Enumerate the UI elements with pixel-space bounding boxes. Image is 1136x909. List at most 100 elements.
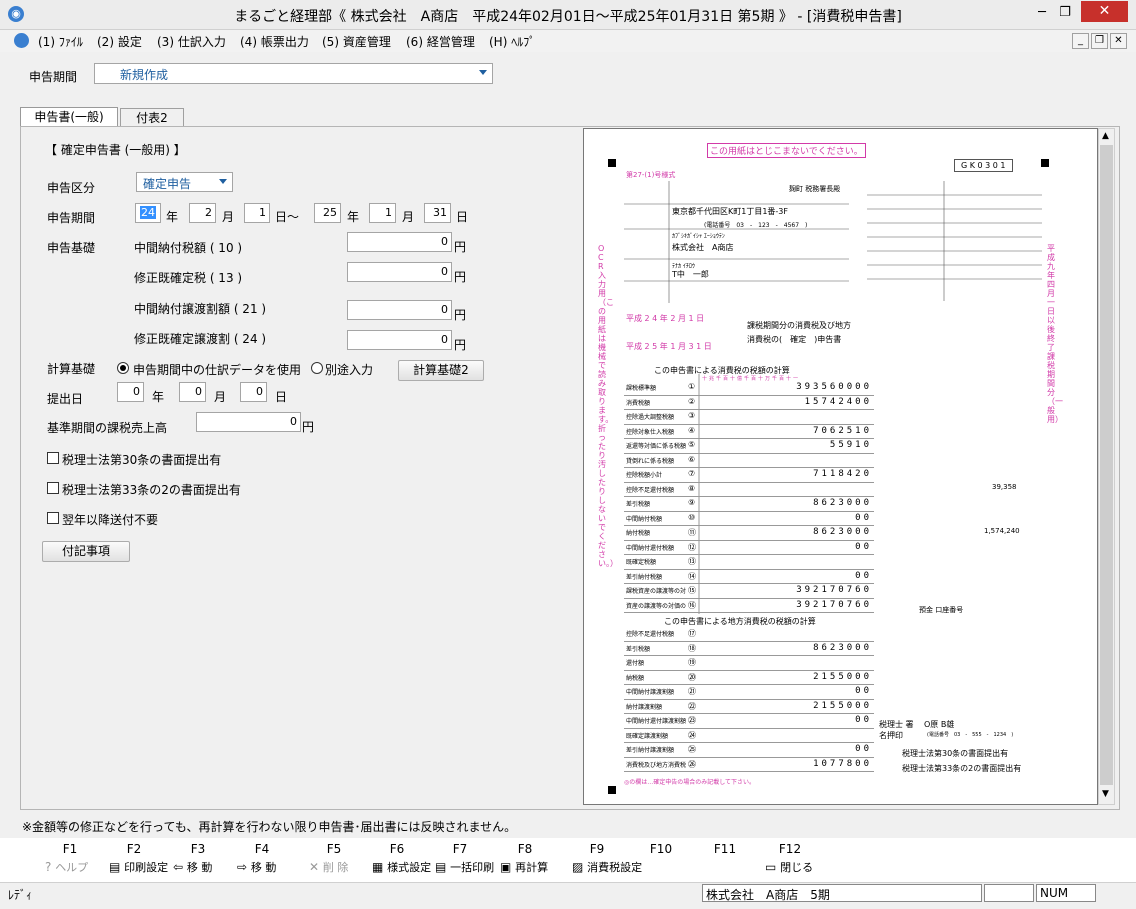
fkey-f11: F11 (713, 842, 737, 856)
form-bottom-note: ◎の欄は…確定申告の場合のみ記載して下さい。 (624, 779, 756, 786)
tax-form-preview[interactable]: 課税標準額 ① 393560000 消費税額 ② 15742400 控除過大調整税額 ③ 控除対… (583, 128, 1098, 805)
menu-settings[interactable]: (2) 設定 (97, 33, 142, 50)
menu-reports[interactable]: (4) 帳票出力 (240, 33, 309, 50)
scroll-up-icon[interactable]: ▲ (1102, 131, 1109, 141)
fkey-f8-button[interactable]: ▣ 再計算 (500, 859, 548, 875)
doc-icon[interactable] (14, 33, 29, 48)
fkey-f4: F4 (254, 842, 270, 856)
fkey-f12-button[interactable]: ▭ 閉じる (765, 859, 813, 875)
form-row: 資産の譲渡等の対価の額 ⑯ 392170760 (624, 599, 874, 613)
form-row-label: 控除過大調整税額 (626, 414, 675, 421)
period-year-to[interactable]: 25 (314, 203, 341, 223)
check-30jo[interactable] (47, 452, 59, 464)
calc-basis2-button[interactable]: 計算基礎2 (398, 360, 484, 381)
notice-text: ※金額等の修正などを行っても、再計算を行わない限り申告書･届出書には反映されませ… (22, 820, 517, 834)
chukan-nofu-input[interactable]: 0 (347, 232, 452, 252)
close-button[interactable]: ✕ (1081, 1, 1128, 22)
mdi-minimize-button[interactable]: _ (1072, 33, 1089, 49)
fkey-f12: F12 (778, 842, 802, 856)
form-local-title: この申告書による地方消費税の税額の計算 (664, 617, 816, 626)
period-select[interactable]: 新規作成 (94, 63, 493, 84)
fkey-label: ヘルプ (55, 861, 89, 874)
period-day-to[interactable]: 31 (424, 203, 451, 223)
form-row: 既確定税額 ⑬ (624, 555, 874, 570)
period-year-from[interactable]: 24 (135, 203, 161, 223)
fkey-f10: F10 (649, 842, 673, 856)
tab-fuhyo2[interactable]: 付表2 (120, 108, 184, 127)
period-day-from[interactable]: 1 (244, 203, 270, 223)
fkey-f5-button[interactable]: ✕ 削 除 (309, 859, 348, 875)
restore-button[interactable]: ❐ (1055, 5, 1075, 21)
menu-management[interactable]: (6) 経営管理 (406, 33, 475, 50)
form-row-label: 差引納付譲渡割額 (626, 747, 675, 754)
calc-label: 計算基礎 (47, 362, 96, 376)
period-month-from[interactable]: 2 (189, 203, 216, 223)
fkey-label: 移 動 (186, 861, 213, 874)
chukan-joto-input[interactable]: 0 (347, 300, 452, 320)
fkey-f9: F9 (589, 842, 605, 856)
shusei-joto-input[interactable]: 0 (347, 330, 452, 350)
kubun-label: 申告区分 (47, 181, 96, 195)
form-row-number: ⑯ (688, 600, 696, 610)
form-row-value: 8623000 (813, 527, 872, 537)
menu-file[interactable]: (1) ﾌｧｲﾙ (38, 33, 83, 50)
form-row-value: 00 (855, 541, 872, 552)
form-row: 納税額 ⑳ 2155000 (624, 671, 874, 685)
mdi-restore-button[interactable]: ❐ (1091, 33, 1108, 49)
menu-assets[interactable]: (5) 資産管理 (322, 33, 391, 50)
form-check30: 税理士法第30条の書面提出有 (902, 749, 1009, 758)
check-no-send[interactable] (47, 512, 59, 524)
form-row: 消費税及び地方消費税の合計税額㉖ 1077800 (624, 758, 874, 772)
fuki-button[interactable]: 付記事項 (42, 541, 130, 562)
tab-shinkokusho[interactable]: 申告書(一般) (20, 107, 118, 127)
form-row-number: ⑪ (688, 528, 696, 537)
form-row: 控除不足還付税額 ⑧ (624, 483, 874, 497)
teishutsu-month[interactable]: 0 (179, 382, 206, 402)
minimize-button[interactable]: ─ (1032, 5, 1052, 21)
form-furigana-name: ｶﾌﾞｼｷｶﾞｲｼｬ ｴｰｼｮｳﾃﾝ (672, 233, 725, 240)
form-row-number: ⑲ (688, 658, 696, 667)
form-row-number: ④ (688, 425, 696, 435)
form-row-value: 2155000 (813, 700, 872, 711)
form-row-value: 392170760 (796, 585, 872, 595)
form-row-value: 55910 (829, 440, 872, 450)
form-row: 差引税額 ⑨ 8623000 (624, 497, 874, 512)
period-select-value: 新規作成 (120, 68, 169, 82)
calc-radio-separate[interactable] (311, 362, 323, 374)
section-title: 【 確定申告書 (一般用) 】 (45, 143, 186, 157)
teishutsu-day[interactable]: 0 (240, 382, 267, 402)
kubun-select[interactable]: 確定申告 (136, 172, 233, 192)
form-row-number: ⑥ (688, 454, 696, 464)
shusei-kakutei-input[interactable]: 0 (347, 262, 452, 282)
scroll-thumb[interactable] (1100, 145, 1113, 785)
form-row-value: 8623000 (813, 498, 872, 508)
scroll-down-icon[interactable]: ▼ (1102, 789, 1109, 799)
form-row-number: ㉓ (688, 716, 696, 725)
form-row: 消費税額 ② 15742400 (624, 396, 874, 410)
form-row-value: 00 (855, 512, 872, 523)
form-row-number: ⑩ (688, 512, 696, 522)
vertical-scrollbar[interactable]: ▲ ▼ (1098, 128, 1115, 805)
kijun-input[interactable]: 0 (196, 412, 301, 432)
chevron-down-icon (219, 179, 227, 184)
form-row: 納付譲渡割額 ㉒ 2155000 (624, 700, 874, 714)
fkey-f2-button[interactable]: ▤ 印刷設定 (109, 859, 168, 875)
period-month-to[interactable]: 1 (369, 203, 396, 223)
fkey-f1-button[interactable]: ? ヘルプ (45, 859, 88, 875)
mdi-close-button[interactable]: ✕ (1110, 33, 1127, 49)
fkey-f9-button[interactable]: ▨ 消費税設定 (572, 859, 642, 875)
fkey-label: 削 除 (322, 861, 349, 874)
status-spacer (984, 884, 1034, 902)
fkey-f6-button[interactable]: ▦ 様式設定 (372, 859, 431, 875)
check-33jo[interactable] (47, 482, 59, 494)
form-amount-a: 39,358 (992, 483, 1017, 491)
teishutsu-year[interactable]: 0 (117, 382, 144, 402)
menu-journal[interactable]: (3) 仕訳入力 (157, 33, 226, 50)
fkey-f4-button[interactable]: ⇨ 移 動 (237, 859, 276, 875)
fkey-f3-button[interactable]: ⇦ 移 動 (173, 859, 212, 875)
menu-help[interactable]: (H) ﾍﾙﾌﾟ (489, 33, 535, 50)
calc-radio-journal[interactable] (117, 362, 129, 374)
form-amount-b: 1,574,240 (984, 527, 1020, 535)
fkey-f7-button[interactable]: ▤ 一括印刷 (435, 859, 494, 875)
fkey-label: 再計算 (515, 861, 549, 874)
